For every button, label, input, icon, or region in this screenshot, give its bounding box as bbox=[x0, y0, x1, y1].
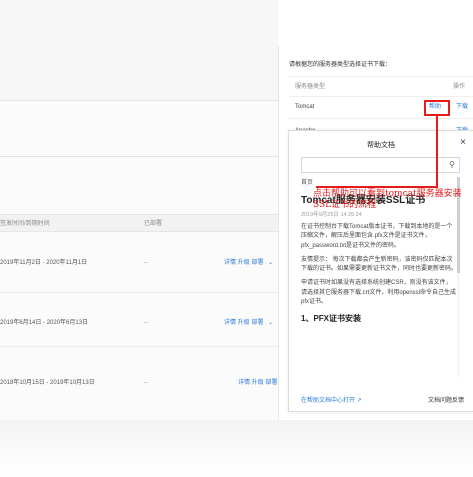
col-server-type: 服务器类型 bbox=[295, 84, 326, 90]
article-paragraph: 申请证书时如果没有选择系统创建CSR，则没有该文件，请选择其它服务器下载.crt… bbox=[301, 280, 457, 306]
row-divider bbox=[0, 346, 278, 347]
status: -- bbox=[144, 320, 148, 326]
row-actions[interactable]: 详情 升级 部署 bbox=[224, 320, 263, 326]
row-actions[interactable]: 详情 升级 部署 bbox=[238, 380, 277, 386]
tomcat-download-button[interactable]: 下载 bbox=[456, 104, 468, 110]
time-range: 2019年6月14日 - 2020年6月13日 bbox=[0, 320, 89, 326]
time-range: 2019年11月2日 - 2020年11月1日 bbox=[0, 260, 88, 266]
row-divider bbox=[0, 292, 278, 293]
header-time: 签发时间/到期时间 bbox=[0, 221, 50, 227]
close-icon[interactable]: × bbox=[460, 137, 466, 148]
table-row: 2018年10月15日 - 2019年10月13日 -- 详情 升级 部署 bbox=[0, 374, 278, 394]
chevron-down-icon[interactable]: ⌄ bbox=[268, 320, 273, 326]
divider bbox=[0, 156, 278, 157]
table-row: 2019年6月14日 - 2020年6月13日 -- 详情 升级 部署 ⌄ bbox=[0, 314, 278, 334]
open-in-help-center-link[interactable]: 在帮助文档中心打开 ↗ bbox=[301, 395, 362, 404]
open-help-center-label: 在帮助文档中心打开 bbox=[301, 398, 356, 404]
status: -- bbox=[144, 380, 148, 386]
table-row: 2019年11月2日 - 2020年11月1日 -- 详情 升级 部署 ⌄ bbox=[0, 254, 278, 274]
article-paragraph: 友情提示： 每次下载都会产生新密码，该密码仅匹配本次下载的证书。如果需要更新证书… bbox=[301, 256, 457, 273]
doc-feedback-link[interactable]: 文档问题反馈 bbox=[428, 395, 464, 404]
annotation-text: 点击帮助可以看到tomcat服务器安装SSL证书的流程 bbox=[313, 189, 462, 210]
modal-title: 帮助文档 bbox=[367, 142, 395, 149]
help-highlight-box bbox=[424, 100, 450, 116]
article-paragraph: 在证书控制台下载Tomcat版本证书，下载到本地的是一个压缩文件，解压后里面包含… bbox=[301, 224, 453, 249]
panel-instruction: 请根据您的服务器类型选择证书下载： bbox=[289, 62, 392, 68]
col-operation: 操作 bbox=[453, 84, 466, 90]
help-doc-modal: 帮助文档 × ⚲ 首页 Tomcat服务器安装SSL证书 2019年9月25日 … bbox=[288, 130, 473, 412]
bottom-fade bbox=[0, 420, 473, 477]
divider bbox=[0, 100, 278, 101]
section-heading: 1、PFX证书安装 bbox=[301, 314, 362, 324]
time-range: 2018年10月15日 - 2019年10月13日 bbox=[0, 380, 95, 386]
table-header: 签发时间/到期时间 已部署 bbox=[0, 214, 278, 232]
article-date: 2019年9月25日 14:26:24 bbox=[301, 212, 362, 218]
breadcrumb[interactable]: 首页 bbox=[301, 177, 457, 186]
external-link-icon: ↗ bbox=[356, 398, 362, 404]
chevron-down-icon[interactable]: ⌄ bbox=[268, 260, 273, 266]
row-actions[interactable]: 详情 升级 部署 bbox=[224, 260, 263, 266]
header-status: 已部署 bbox=[144, 221, 163, 227]
search-icon[interactable]: ⚲ bbox=[449, 160, 455, 169]
server-tomcat: Tomcat bbox=[295, 104, 315, 110]
annotation-line bbox=[436, 116, 438, 186]
status: -- bbox=[144, 260, 148, 266]
annotation-line bbox=[316, 186, 438, 188]
